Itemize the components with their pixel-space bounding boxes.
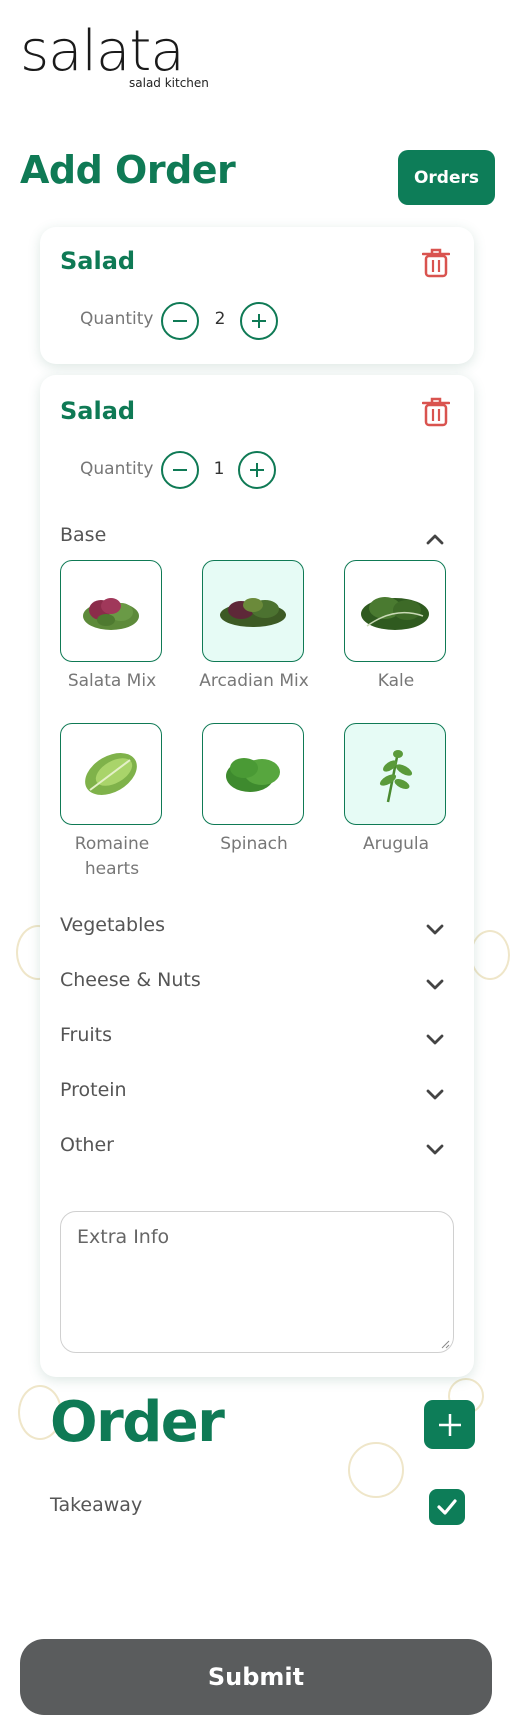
section-label-other[interactable]: Other bbox=[60, 1134, 114, 1156]
checkmark-icon bbox=[437, 1499, 457, 1515]
plus-icon bbox=[250, 463, 264, 477]
base-option-label: Romaine hearts bbox=[74, 834, 150, 879]
section-label-cheese-nuts[interactable]: Cheese & Nuts bbox=[60, 969, 201, 991]
takeaway-checkbox[interactable] bbox=[429, 1489, 465, 1525]
arcadian-mix-image bbox=[220, 598, 286, 627]
trash-icon[interactable] bbox=[422, 248, 450, 278]
item-title: Salad bbox=[60, 247, 136, 275]
item-title: Salad bbox=[60, 397, 136, 425]
kale-image bbox=[361, 597, 429, 630]
salad-item-card: Salad Quantity 2 bbox=[40, 227, 474, 364]
extra-info-textarea[interactable]: Extra Info bbox=[60, 1211, 454, 1353]
arugula-image bbox=[379, 750, 413, 803]
chevron-down-icon[interactable] bbox=[425, 978, 445, 992]
minus-icon bbox=[173, 469, 187, 471]
order-title: Order bbox=[50, 1390, 225, 1455]
base-option-romaine-hearts[interactable] bbox=[60, 723, 162, 825]
decrease-quantity-button[interactable] bbox=[161, 451, 199, 489]
chevron-down-icon[interactable] bbox=[425, 1143, 445, 1157]
section-label-vegetables[interactable]: Vegetables bbox=[60, 914, 165, 936]
salata-logo: salata salad kitchen bbox=[20, 22, 220, 94]
section-label-fruits[interactable]: Fruits bbox=[60, 1024, 112, 1046]
decrease-quantity-button[interactable] bbox=[161, 302, 199, 340]
submit-button[interactable]: Submit bbox=[20, 1639, 492, 1715]
base-option-arcadian-mix[interactable] bbox=[202, 560, 304, 662]
add-item-button[interactable] bbox=[424, 1400, 475, 1449]
base-option-spinach[interactable] bbox=[202, 723, 304, 825]
quantity-label: Quantity bbox=[80, 309, 154, 329]
romaine-hearts-image bbox=[85, 753, 137, 795]
base-option-label: Kale bbox=[377, 671, 415, 691]
decorative-circle bbox=[470, 930, 510, 980]
quantity-value: 1 bbox=[213, 459, 225, 479]
base-option-arugula[interactable] bbox=[344, 723, 446, 825]
base-option-kale[interactable] bbox=[344, 560, 446, 662]
chevron-down-icon[interactable] bbox=[425, 923, 445, 937]
section-label-base[interactable]: Base bbox=[60, 524, 106, 546]
base-option-label: Salata Mix bbox=[67, 671, 157, 691]
plus-icon bbox=[438, 1413, 461, 1436]
chevron-up-icon[interactable] bbox=[425, 532, 445, 546]
salata-mix-image bbox=[83, 598, 139, 630]
salad-item-card: Salad Quantity 1 Base Salata Mix Arcadia… bbox=[40, 375, 474, 1377]
quantity-value: 2 bbox=[214, 309, 226, 329]
base-option-label: Arcadian Mix bbox=[199, 671, 309, 691]
plus-icon bbox=[252, 314, 266, 328]
takeaway-label: Takeaway bbox=[50, 1494, 143, 1516]
section-label-protein[interactable]: Protein bbox=[60, 1079, 127, 1101]
logo-tagline: salad kitchen bbox=[129, 76, 209, 90]
resize-handle-icon[interactable] bbox=[440, 1339, 450, 1349]
chevron-down-icon[interactable] bbox=[425, 1088, 445, 1102]
base-option-salata-mix[interactable] bbox=[60, 560, 162, 662]
increase-quantity-button[interactable] bbox=[238, 451, 276, 489]
quantity-label: Quantity bbox=[80, 459, 154, 479]
increase-quantity-button[interactable] bbox=[240, 302, 278, 340]
base-option-label: Spinach bbox=[220, 834, 288, 854]
trash-icon[interactable] bbox=[422, 397, 450, 427]
page-title: Add Order bbox=[20, 148, 236, 192]
base-option-label: Arugula bbox=[362, 834, 430, 854]
orders-button[interactable]: Orders bbox=[398, 150, 495, 205]
extra-info-placeholder: Extra Info bbox=[77, 1226, 170, 1248]
minus-icon bbox=[173, 320, 187, 322]
spinach-image bbox=[226, 758, 280, 792]
decorative-circle bbox=[348, 1442, 404, 1498]
logo-wordmark: salata bbox=[20, 19, 185, 84]
chevron-down-icon[interactable] bbox=[425, 1033, 445, 1047]
